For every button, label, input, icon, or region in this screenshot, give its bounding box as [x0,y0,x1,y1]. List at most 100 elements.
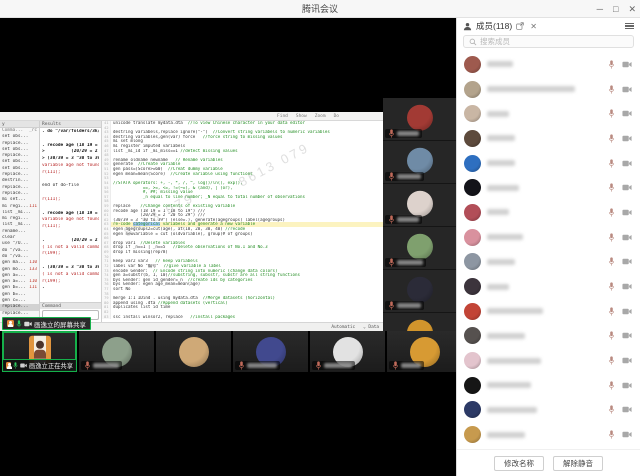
camera-icon[interactable] [622,160,632,167]
member-row[interactable] [457,274,640,299]
camera-icon[interactable] [622,357,632,364]
shared-video-tile [383,98,456,141]
results-line: . [42,285,99,292]
camera-icon[interactable] [622,61,632,68]
code-text: unicode translate mydata.dta [113,121,188,125]
camera-icon[interactable] [622,209,632,216]
shared-video-tile [383,184,456,227]
mic-icon[interactable] [608,159,615,168]
camera-icon[interactable] [622,431,632,438]
member-row[interactable] [457,422,640,447]
member-row[interactable] [457,398,640,423]
video-thumbnail[interactable] [310,331,385,372]
avatar [464,352,481,369]
member-name-blurred [487,160,515,166]
code-text: ssc install winsor2, replace [113,315,190,319]
camera-icon[interactable] [622,332,632,339]
mic-icon[interactable] [608,233,615,242]
name-pill [385,215,422,224]
mic-icon[interactable] [608,85,615,94]
mic-icon[interactable] [608,430,615,439]
video-thumbnail[interactable] [387,331,456,372]
close-panel-icon[interactable]: ✕ [530,22,537,31]
mic-icon[interactable] [388,215,395,224]
camera-icon[interactable] [622,86,632,93]
member-name-blurred [487,111,509,117]
member-row[interactable] [457,126,640,151]
member-controls [608,183,632,192]
mic-icon[interactable] [608,60,615,69]
member-controls [608,331,632,340]
mic-icon[interactable] [608,405,615,414]
camera-icon[interactable] [622,308,632,315]
code-text: rename oldname newname [113,158,175,162]
member-row[interactable] [457,101,640,126]
mic-icon[interactable] [608,331,615,340]
camera-icon[interactable] [622,184,632,191]
mic-icon[interactable] [608,356,615,365]
member-row[interactable] [457,200,640,225]
members-sidebar: 成员(118) ✕ 搜索成员 修改名称 解除静音 [456,18,640,476]
mic-icon[interactable] [608,381,615,390]
member-row[interactable] [457,373,640,398]
mic-icon[interactable] [388,301,395,310]
shared-video-tile [383,227,456,270]
mic-icon[interactable] [608,134,615,143]
mic-icon[interactable] [608,208,615,217]
code-text: replace [113,204,140,208]
camera-icon[interactable] [622,382,632,389]
mic-icon[interactable] [608,282,615,291]
camera-icon[interactable] [20,362,27,369]
member-row[interactable] [457,175,640,200]
mic-icon[interactable] [84,361,91,370]
results-title: Results [42,122,61,127]
member-row[interactable] [457,151,640,176]
video-thumbnail[interactable] [233,331,308,372]
member-row[interactable] [457,324,640,349]
avatar [464,377,481,394]
mic-icon[interactable] [388,172,395,181]
mic-icon[interactable] [392,361,399,370]
maximize-button[interactable]: □ [613,0,618,18]
member-row[interactable] [457,348,640,373]
camera-icon[interactable] [622,110,632,117]
camera-icon[interactable] [622,258,632,265]
editor-lines: 41unicode translate mydata.dta //To view… [102,121,383,319]
name-pill [385,172,424,181]
mic-icon[interactable] [608,183,615,192]
mic-icon[interactable] [388,129,395,138]
member-name-blurred [487,209,509,215]
mic-icon[interactable] [315,361,322,370]
video-thumbnail[interactable]: 画逸立正在共享 [2,331,77,372]
name-pill [385,129,422,138]
mic-icon[interactable] [13,361,18,370]
member-row[interactable] [457,299,640,324]
rename-button[interactable]: 修改名称 [494,456,544,471]
member-search-box[interactable]: 搜索成员 [463,35,634,48]
camera-icon[interactable] [622,135,632,142]
code-comment: re-code [113,222,133,226]
popout-icon[interactable] [516,22,524,30]
code-text: (30/39 = 3 "30 to 39") (else=.), generat… [113,218,285,222]
unmute-button[interactable]: 解除静音 [553,456,603,471]
video-thumbnail[interactable] [156,331,231,372]
member-name-blurred [247,363,277,368]
mic-icon[interactable] [608,109,615,118]
member-row[interactable] [457,52,640,77]
camera-icon[interactable] [622,283,632,290]
camera-icon[interactable] [622,406,632,413]
member-row[interactable] [457,250,640,275]
camera-icon[interactable] [622,234,632,241]
member-row[interactable] [457,77,640,102]
menu-icon[interactable] [625,23,634,30]
mic-icon[interactable] [388,258,395,267]
results-lines: . do "/var/folders/3k/t72 . recode age (… [40,128,101,293]
mic-icon[interactable] [608,257,615,266]
video-thumbnail[interactable] [79,331,154,372]
minimize-button[interactable]: ─ [597,0,603,18]
member-row[interactable] [457,225,640,250]
mic-icon[interactable] [608,307,615,316]
mic-icon[interactable] [238,361,245,370]
code-comment: //Creat dummy variable [168,167,223,171]
close-button[interactable]: ✕ [628,0,636,18]
